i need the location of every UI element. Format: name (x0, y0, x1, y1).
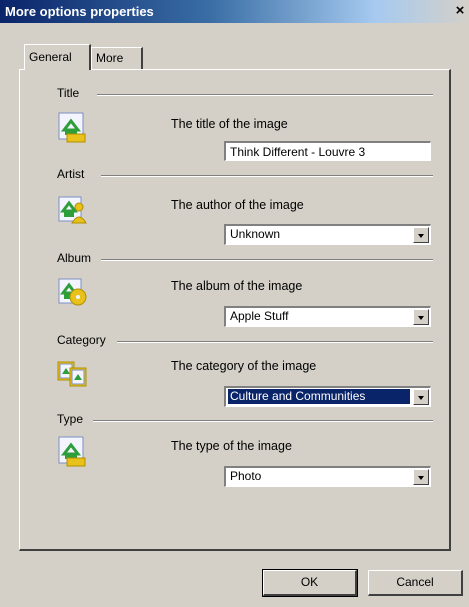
cancel-button[interactable]: Cancel (368, 570, 463, 596)
tab-more[interactable]: More (91, 47, 143, 69)
ok-button[interactable]: OK (262, 569, 358, 597)
tab-panel-general (19, 69, 451, 551)
window-title: More options properties (5, 4, 154, 19)
close-icon[interactable]: × (453, 3, 467, 19)
properties-dialog: More options properties × General More T… (0, 0, 469, 607)
title-bar[interactable]: More options properties × (0, 0, 469, 23)
tab-general[interactable]: General (24, 44, 91, 70)
